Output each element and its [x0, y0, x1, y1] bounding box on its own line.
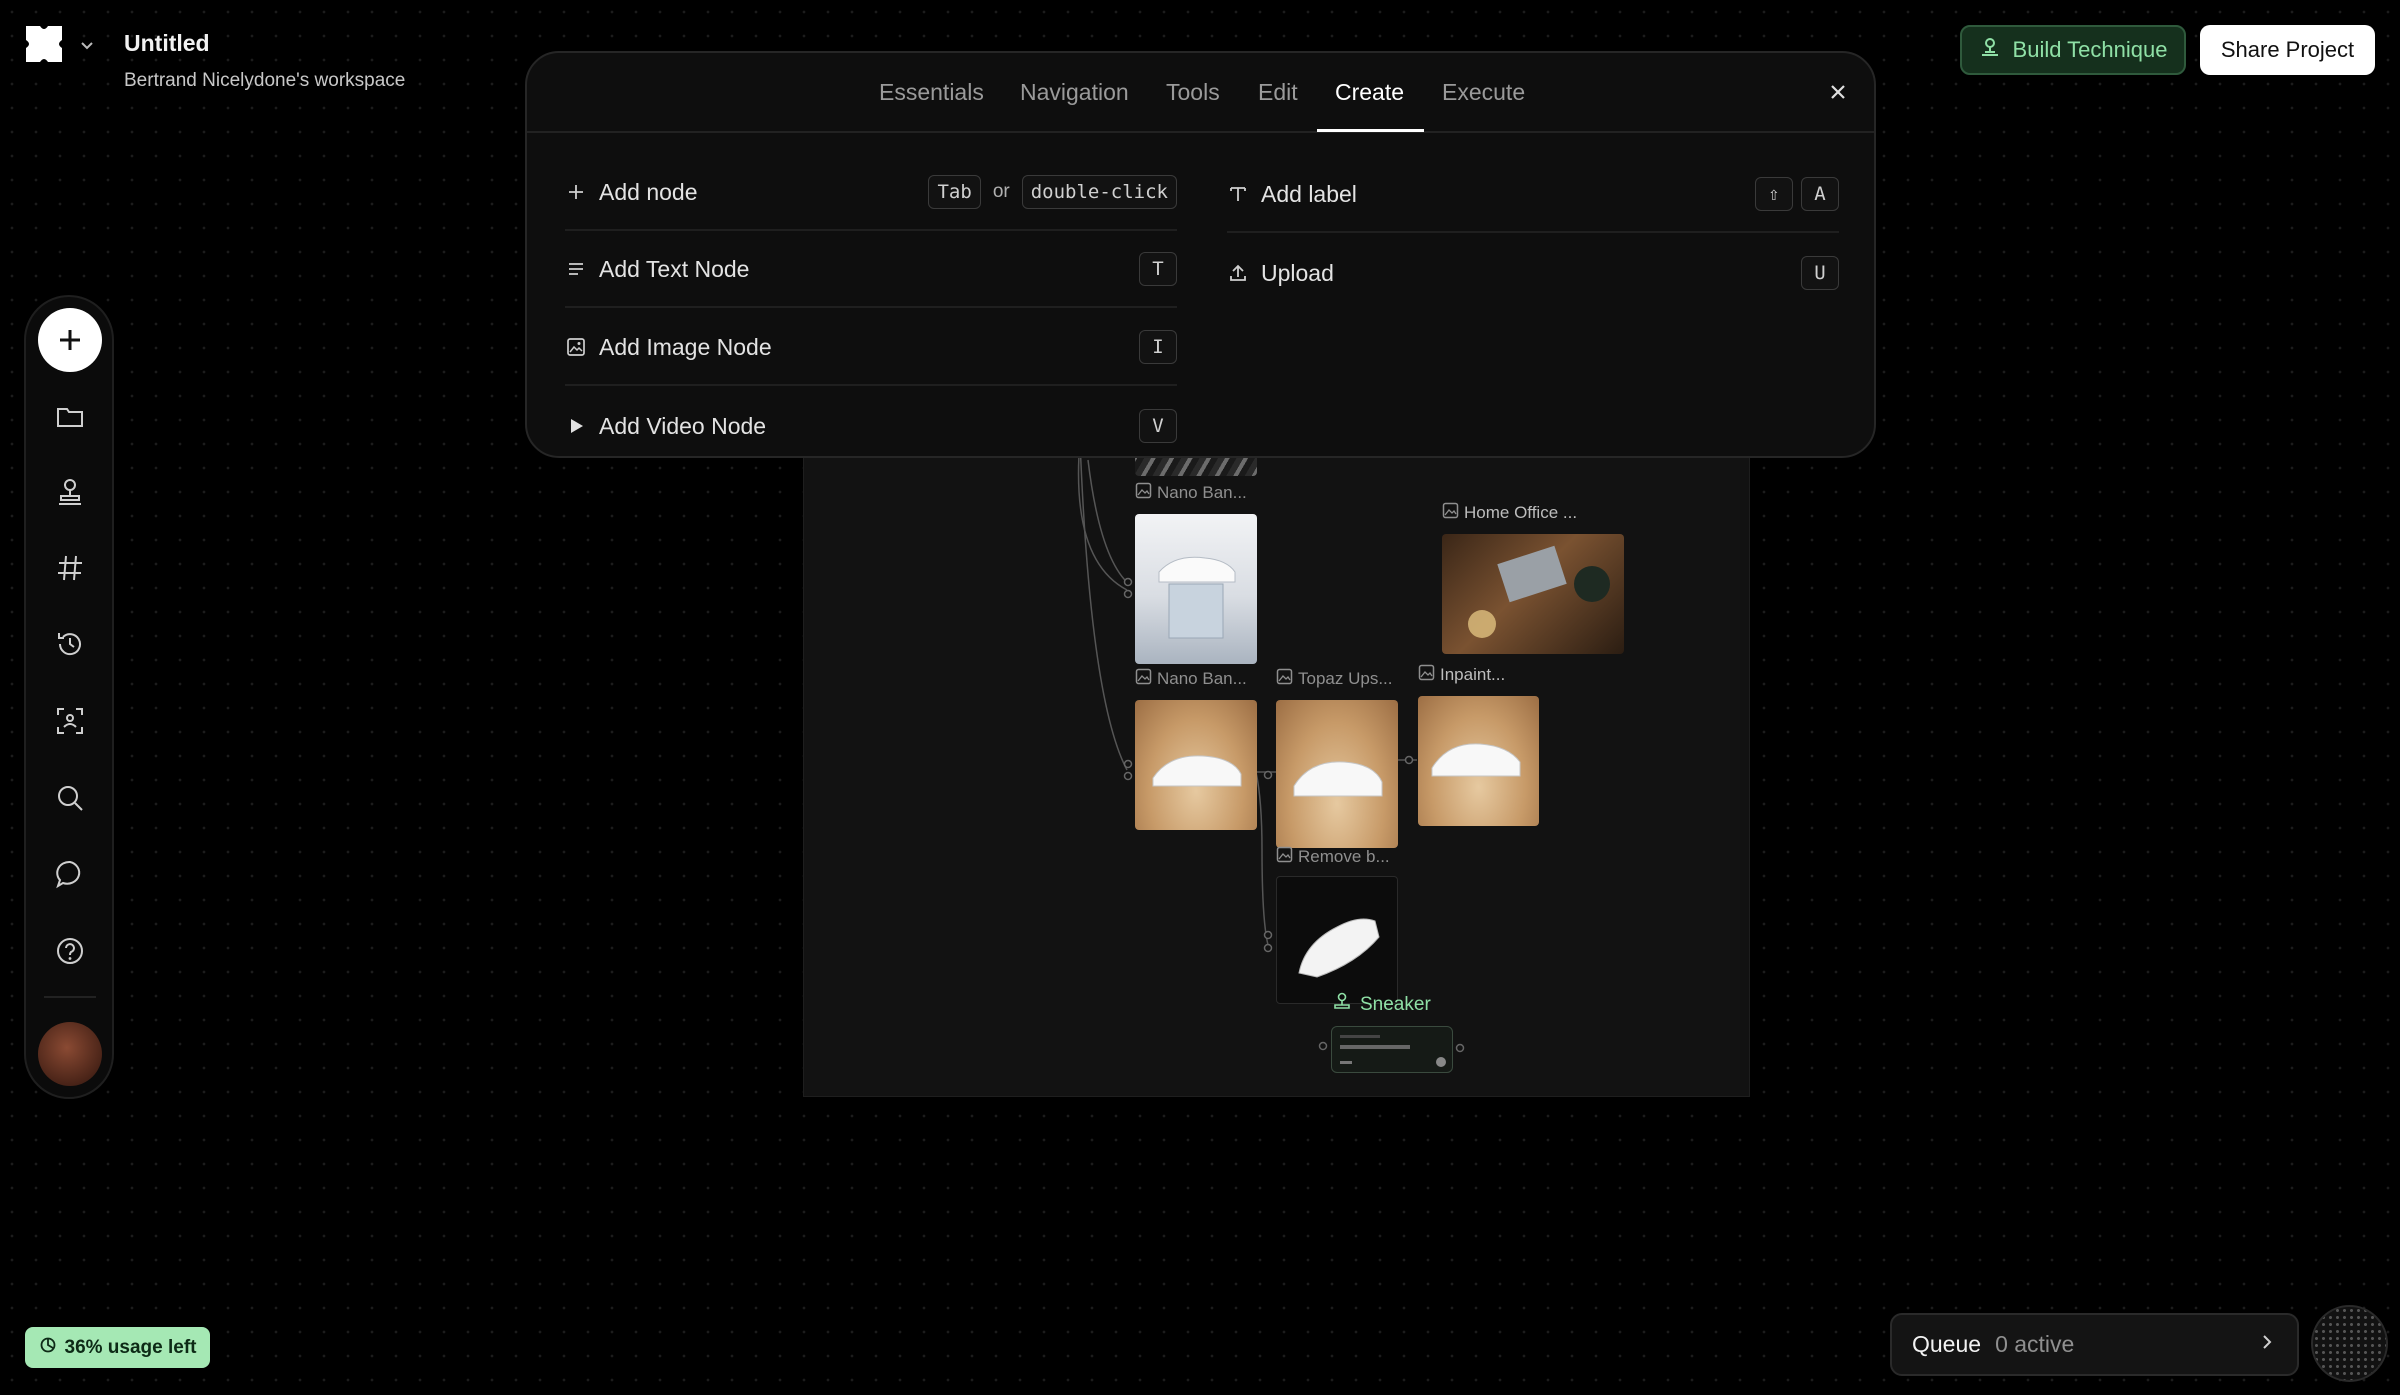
play-icon [565, 415, 587, 437]
queue-title: Queue [1912, 1331, 1982, 1357]
image-icon [1135, 482, 1152, 504]
usage-badge[interactable]: 36% usage left [25, 1327, 210, 1368]
sneaker-sand-image-node[interactable] [1135, 700, 1257, 830]
tab-create[interactable]: Create [1335, 79, 1404, 106]
key-i: I [1139, 330, 1177, 364]
shortcut-label: Add Text Node [599, 255, 750, 282]
sneaker-inpaint-image-node[interactable] [1418, 696, 1539, 826]
keyboard-shortcuts-panel: Essentials Navigation Tools Edit Create … [525, 51, 1876, 458]
key-double-click: double-click [1021, 175, 1177, 209]
key-u: U [1801, 256, 1839, 290]
image-icon [1276, 668, 1293, 690]
shortcut-row-add-label: Add label ⇧ A [1227, 157, 1839, 233]
tab-tools[interactable]: Tools [1166, 79, 1220, 106]
image-icon [1276, 846, 1293, 868]
node-label-nano-banana[interactable]: Nano Ban... [1135, 482, 1265, 504]
key-t: T [1139, 252, 1177, 286]
queue-active-count: 0 active [1995, 1331, 2075, 1357]
shortcut-row-add-image-node: Add Image Node I [565, 310, 1177, 386]
key-v: V [1139, 409, 1177, 443]
upload-icon [1227, 262, 1249, 284]
minimap-button[interactable] [2311, 1305, 2388, 1382]
shortcut-row-add-video-node: Add Video Node V [565, 388, 1177, 464]
image-icon [1135, 668, 1152, 690]
plus-icon [565, 181, 587, 203]
key-a: A [1801, 177, 1839, 211]
shortcut-label: Add Image Node [599, 333, 772, 360]
sneaker-cube-image-node[interactable] [1135, 514, 1257, 664]
sneaker-topaz-image-node[interactable] [1276, 700, 1398, 848]
image-icon [1418, 664, 1435, 686]
or-text: or [992, 181, 1010, 202]
image-icon [1442, 502, 1459, 524]
tab-essentials[interactable]: Essentials [879, 79, 984, 106]
key-shift: ⇧ [1755, 177, 1793, 211]
chevron-right-icon[interactable] [2257, 1332, 2277, 1357]
shortcut-tabs: Essentials Navigation Tools Edit Create … [527, 53, 1874, 133]
shortcut-label: Add Video Node [599, 412, 767, 439]
person-stamp-icon [1332, 992, 1352, 1018]
node-label-remove-background[interactable]: Remove b... [1276, 846, 1406, 868]
shortcut-label: Add node [599, 178, 698, 205]
node-label-inpaint[interactable]: Inpaint... [1418, 664, 1538, 686]
tab-navigation[interactable]: Navigation [1020, 79, 1129, 106]
active-tab-indicator [1317, 129, 1424, 132]
text-lines-icon [565, 258, 587, 280]
image-icon [565, 336, 587, 358]
shortcut-row-upload: Upload U [1227, 235, 1839, 311]
key-tab: Tab [928, 175, 981, 209]
shortcut-label: Upload [1261, 259, 1334, 286]
shortcut-row-add-node: Add node Tab or double-click [565, 155, 1177, 231]
close-icon[interactable] [1825, 79, 1851, 105]
shortcut-row-add-text-node: Add Text Node T [565, 232, 1177, 308]
node-label-nano-banana-2[interactable]: Nano Ban... [1135, 668, 1265, 690]
sneaker-cutout-image-node[interactable] [1276, 876, 1398, 1004]
queue-panel[interactable]: Queue 0 active [1890, 1313, 2299, 1376]
home-office-image-node[interactable] [1442, 534, 1624, 654]
node-label-home-office[interactable]: Home Office ... [1442, 502, 1602, 524]
technique-node-card[interactable] [1331, 1026, 1453, 1073]
usage-text: 36% usage left [64, 1336, 197, 1358]
shortcut-label: Add label [1261, 180, 1357, 207]
usage-icon [39, 1336, 57, 1360]
text-type-icon [1227, 183, 1249, 205]
sneaker-technique-label[interactable]: Sneaker [1332, 992, 1431, 1018]
tab-execute[interactable]: Execute [1442, 79, 1525, 106]
tab-edit[interactable]: Edit [1258, 79, 1298, 106]
node-label-topaz-upscale[interactable]: Topaz Ups... [1276, 668, 1406, 690]
